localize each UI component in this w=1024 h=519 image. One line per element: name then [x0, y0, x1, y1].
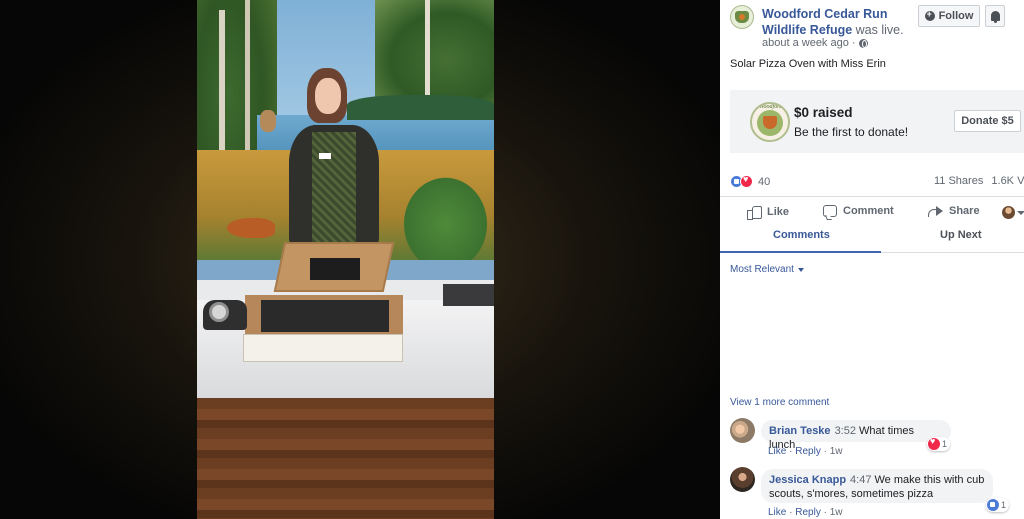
mural-deer	[260, 110, 276, 132]
mural-far-trees	[347, 95, 494, 120]
pizza-box-window	[310, 258, 360, 280]
comment-icon	[823, 205, 837, 217]
page-avatar[interactable]	[730, 5, 754, 29]
tape-roll	[209, 302, 229, 322]
tab-comments[interactable]: Comments	[773, 229, 830, 241]
comment-actions: Like · Reply · 1w	[768, 446, 843, 457]
love-reaction-icon	[928, 436, 940, 450]
comment-bubble: Brian Teske 3:52 What times lunch	[761, 420, 951, 451]
caret-down-icon	[797, 267, 804, 272]
commenter-avatar[interactable]	[730, 418, 755, 443]
comment-author[interactable]: Jessica Knapp	[769, 474, 846, 486]
comment-reply-link[interactable]: Reply	[795, 446, 821, 457]
follow-label: Follow	[938, 10, 974, 22]
views-count: 1.6K Views	[991, 175, 1024, 187]
pizza-box-black-panel	[261, 300, 389, 332]
video-frame[interactable]	[197, 0, 494, 519]
post-side-panel: Woodford Cedar Run Wildlife Refuge was l…	[720, 0, 1024, 519]
follow-button[interactable]: Follow	[918, 5, 980, 27]
live-status: was live.	[855, 23, 904, 37]
fundraiser-logo-text: Woodford	[759, 104, 783, 110]
comment-reaction-count: 1	[942, 439, 948, 449]
post-timestamp: about a week ago ·	[762, 37, 868, 49]
globe-icon	[858, 38, 868, 48]
bell-icon	[990, 11, 1000, 23]
comment-timestamp[interactable]: 4:47	[850, 474, 871, 486]
reaction-summary[interactable]: 40	[730, 174, 771, 188]
comment-reaction-count: 1	[1001, 500, 1007, 510]
tab-up-next[interactable]: Up Next	[940, 229, 982, 241]
amount-raised: $0 raised	[794, 105, 853, 120]
presenter-face	[315, 78, 341, 114]
comment-bubble: Jessica Knapp 4:47 We make this with cub s…	[761, 469, 993, 503]
tab-divider	[881, 252, 1024, 253]
fundraiser-logo: Woodford	[750, 102, 790, 142]
comment-label: Comment	[843, 205, 894, 217]
comment-age[interactable]: 1w	[830, 446, 843, 457]
pizza-box-front	[243, 334, 403, 362]
share-icon	[928, 205, 943, 217]
comment-like-link[interactable]: Like	[768, 507, 786, 518]
comment-reply-link[interactable]: Reply	[795, 507, 821, 518]
like-button[interactable]: Like	[747, 205, 790, 220]
timestamp-text[interactable]: about a week ago	[762, 37, 849, 49]
presenter-badge	[319, 153, 331, 159]
presenter-dress	[312, 132, 356, 250]
comment-reaction-badge[interactable]: 1	[986, 498, 1010, 512]
identity-avatar[interactable]	[1002, 206, 1015, 219]
video-player[interactable]	[0, 0, 720, 519]
fundraiser-box: Woodford $0 raised Be the first to donat…	[730, 90, 1024, 153]
post-stats: 11 Shares 1.6K Views	[934, 175, 1024, 187]
donate-button[interactable]: Donate $5	[954, 110, 1021, 132]
like-reaction-icon	[987, 499, 999, 511]
post-header: Woodford Cedar Run Wildlife Refuge was l…	[762, 6, 922, 38]
comment-reaction-badge[interactable]: 1	[927, 436, 951, 451]
divider	[720, 196, 1024, 197]
comment-author[interactable]: Brian Teske	[769, 425, 831, 437]
fundraiser-subtitle: Be the first to donate!	[794, 125, 909, 139]
sort-label: Most Relevant	[730, 264, 794, 275]
follow-plus-icon	[924, 9, 935, 21]
like-label: Like	[767, 205, 790, 218]
shares-count[interactable]: 11 Shares	[934, 175, 983, 187]
comment-timestamp[interactable]: 3:52	[835, 425, 856, 437]
mural-trunk	[425, 0, 430, 110]
love-reaction-icon	[740, 174, 753, 188]
comment-button[interactable]: Comment	[823, 205, 894, 217]
share-button[interactable]: Share	[928, 205, 980, 217]
mural-trunk	[245, 0, 250, 160]
comment-sort-dropdown[interactable]: Most Relevant	[730, 264, 804, 275]
view-more-comments-link[interactable]: View 1 more comment	[730, 397, 829, 408]
black-tile	[443, 284, 494, 306]
reaction-count: 40	[758, 175, 771, 188]
comment-like-link[interactable]: Like	[768, 446, 786, 457]
mural-fox	[227, 218, 275, 238]
share-label: Share	[949, 205, 980, 217]
comment-actions: Like · Reply · 1w	[768, 507, 843, 518]
mural-trunk	[219, 10, 225, 160]
comment-age[interactable]: 1w	[830, 507, 843, 518]
post-text: Solar Pizza Oven with Miss Erin	[730, 58, 886, 70]
commenter-avatar[interactable]	[730, 467, 755, 492]
notifications-button[interactable]	[985, 5, 1005, 27]
mural-fern	[397, 170, 494, 260]
wood-floor	[197, 398, 494, 519]
chevron-down-icon[interactable]	[1017, 211, 1024, 215]
thumbs-up-icon	[747, 205, 762, 220]
active-tab-indicator	[720, 251, 881, 253]
